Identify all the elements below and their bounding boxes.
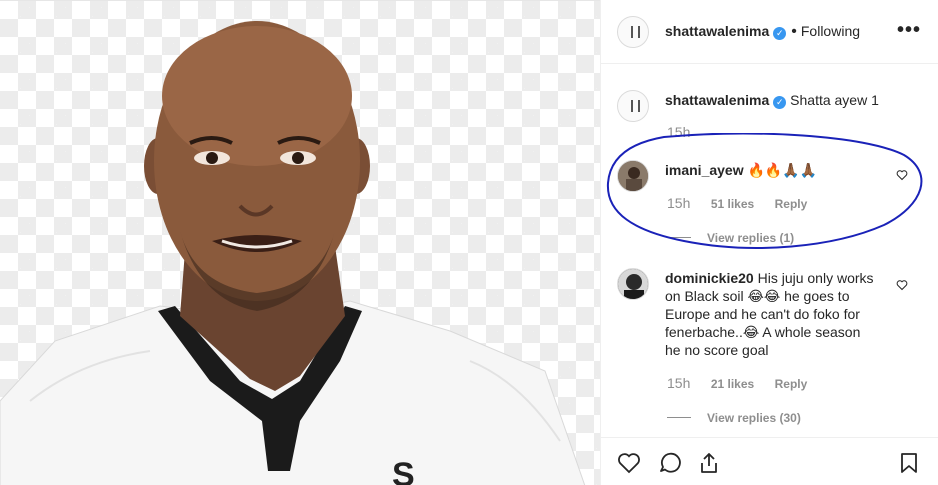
player-portrait: S bbox=[0, 21, 586, 485]
comment-likes[interactable]: 51 likes bbox=[711, 197, 754, 211]
comment-meta-1: 15h 51 likes Reply bbox=[667, 195, 807, 213]
follow-button[interactable]: Following bbox=[801, 23, 860, 39]
author-username[interactable]: shattawalenima bbox=[665, 23, 769, 39]
comment-time[interactable]: 15h bbox=[667, 375, 690, 391]
view-replies-button[interactable]: View replies (1) bbox=[707, 231, 794, 245]
view-replies-2[interactable]: View replies (30) bbox=[667, 409, 801, 427]
divider-line bbox=[667, 417, 691, 419]
separator-dot: • bbox=[791, 23, 797, 40]
caption: shattawalenima ✓ Shatta ayew 1 bbox=[665, 91, 879, 109]
author-line: shattawalenima ✓ • Following bbox=[665, 23, 860, 41]
comment-body-line: fenerbache..😂 A whole season bbox=[665, 324, 861, 340]
view-replies-1[interactable]: View replies (1) bbox=[667, 229, 794, 247]
comment-likes[interactable]: 21 likes bbox=[711, 377, 754, 391]
comment-body-line: Europe and he can't do foko for bbox=[665, 306, 860, 322]
post-header: shattawalenima ✓ • Following ••• bbox=[601, 0, 938, 64]
caption-username[interactable]: shattawalenima bbox=[665, 92, 769, 108]
post-side-panel: shattawalenima ✓ • Following ••• shattawale… bbox=[600, 0, 938, 485]
caption-author-avatar[interactable] bbox=[617, 90, 649, 122]
comment-like-heart-icon[interactable] bbox=[896, 278, 908, 296]
comment-text-1: imani_ayew 🔥🔥🙏🏾🙏🏾 bbox=[665, 161, 817, 179]
author-avatar[interactable] bbox=[617, 16, 649, 48]
verified-badge-icon: ✓ bbox=[773, 27, 787, 40]
caption-text: Shatta ayew 1 bbox=[790, 92, 879, 108]
more-options-icon[interactable]: ••• bbox=[897, 20, 921, 40]
comment-body-line: he no score goal bbox=[665, 342, 769, 358]
caption-time[interactable]: 15h bbox=[667, 124, 690, 140]
post-photo[interactable]: S bbox=[0, 0, 600, 485]
comment-meta-2: 15h 21 likes Reply bbox=[667, 375, 807, 393]
comment-username[interactable]: imani_ayew bbox=[665, 162, 744, 178]
reply-button[interactable]: Reply bbox=[775, 197, 808, 211]
comment-body-line: on Black soil 😂😂 he goes to bbox=[665, 288, 850, 304]
verified-badge-icon: ✓ bbox=[773, 96, 787, 109]
heart-icon[interactable] bbox=[617, 451, 641, 480]
share-icon[interactable] bbox=[697, 451, 721, 480]
comment-text-2: dominickie20 His juju only works on Blac… bbox=[665, 269, 905, 359]
svg-text:S: S bbox=[392, 456, 415, 485]
comment-time[interactable]: 15h bbox=[667, 195, 690, 211]
view-replies-button[interactable]: View replies (30) bbox=[707, 411, 801, 425]
comment-body: 🔥🔥🙏🏾🙏🏾 bbox=[747, 162, 818, 178]
comment-like-heart-icon[interactable] bbox=[896, 168, 908, 186]
comment-username[interactable]: dominickie20 bbox=[665, 270, 754, 286]
comment-avatar[interactable] bbox=[617, 268, 649, 300]
comment-avatar[interactable] bbox=[617, 160, 649, 192]
post-actions-bar bbox=[601, 437, 938, 485]
reply-button[interactable]: Reply bbox=[775, 377, 808, 391]
bookmark-icon[interactable] bbox=[897, 451, 921, 480]
comment-body-line: His juju only works bbox=[757, 270, 874, 286]
comment-icon[interactable] bbox=[657, 451, 681, 480]
divider-line bbox=[667, 237, 691, 239]
